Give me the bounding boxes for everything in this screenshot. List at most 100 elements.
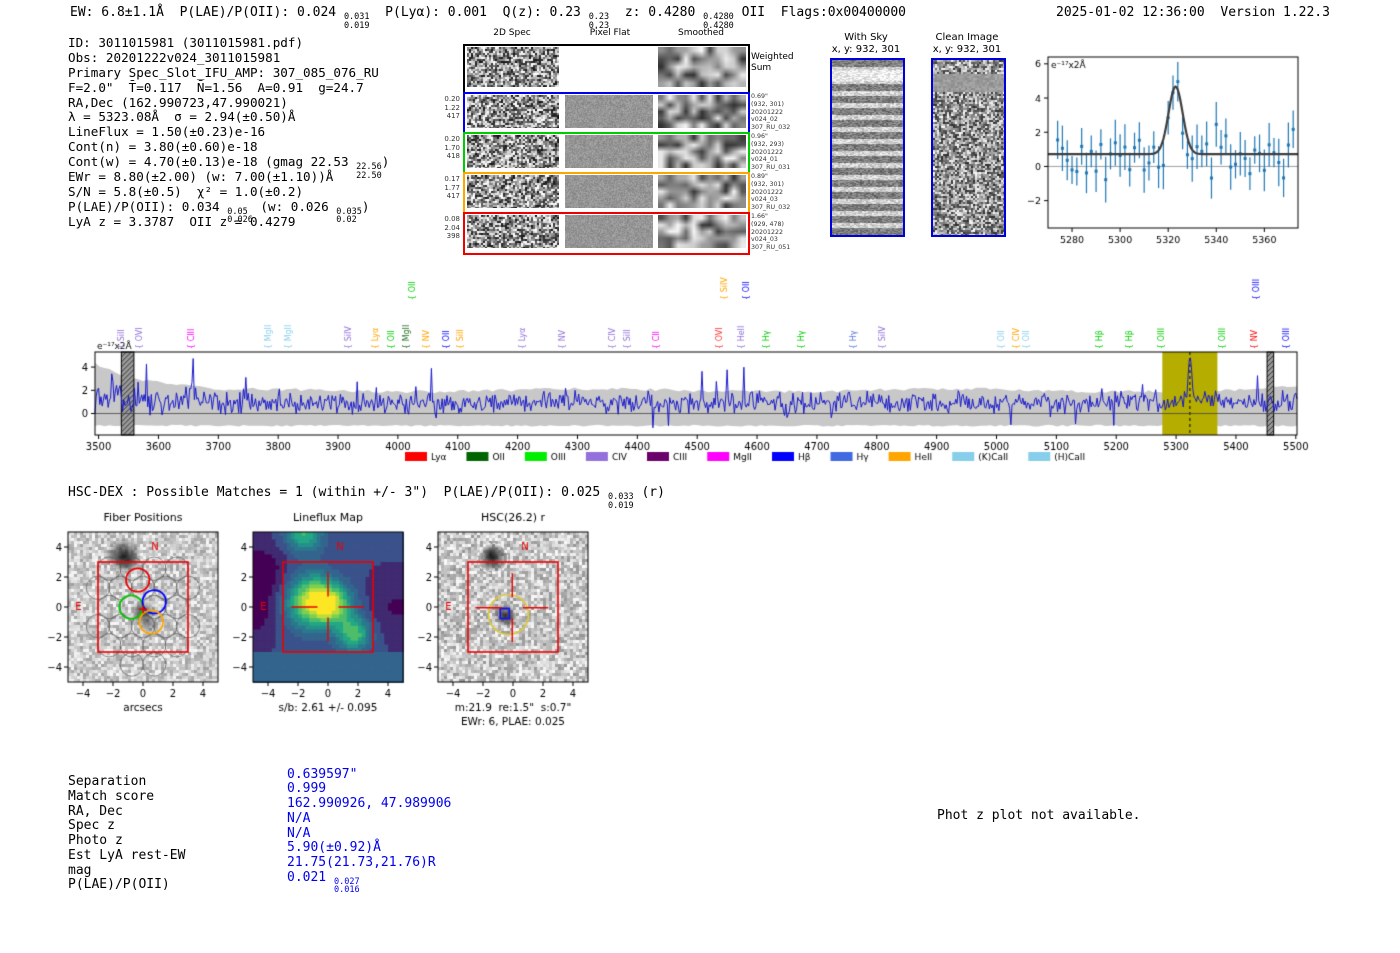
2d-row-source-labels: 0.69" (932, 301) 20201222 v024_02 307_RU_032 xyxy=(751,93,803,132)
match-table-value: 0.021 0.027 0.016 xyxy=(287,869,360,895)
source-label: 0.96" xyxy=(751,133,768,140)
2d-spec-image xyxy=(467,47,559,87)
uncertainty-lo: 0.016 xyxy=(333,885,360,896)
2d-row-source-labels: 1.66" (929, 478) 20201222 v024_03 307_RU_051 xyxy=(751,213,803,252)
text-part: HSC-DEX : Possible Matches = 1 (within +… xyxy=(68,485,609,500)
source-label: 20201222 xyxy=(751,188,784,196)
info-line: ID: 3011015981 (3011015981.pdf) xyxy=(68,35,389,51)
2d-row-scale-labels: 0.20 1.22 417 xyxy=(440,95,460,121)
text-part: P(Lyα): 0.001 Q(z): 0.23 xyxy=(369,5,589,20)
scale-value: 417 xyxy=(446,112,460,120)
2d-row-source-labels: Weighted Sum xyxy=(751,52,794,73)
photz-note: Phot z plot not available. xyxy=(937,808,1141,823)
col-header-2d-spec: 2D Spec xyxy=(493,28,531,38)
source-label: Sum xyxy=(751,62,772,73)
2d-smooth-image xyxy=(658,95,746,128)
2d-smooth-image xyxy=(658,47,746,87)
clean-image-title-line: Clean Image xyxy=(935,32,999,43)
hsc-cutout-plot xyxy=(410,505,605,733)
clean-image-title: Clean Image x, y: 932, 301 xyxy=(902,32,1032,55)
report-version: Version 1.22.3 xyxy=(1220,5,1330,20)
stacked-uncertainty: 0.031 0.019 xyxy=(343,13,370,31)
2d-row-source-labels: 0.96" (932, 293) 20201222 v024_01 307_RU_031 xyxy=(751,133,803,172)
2d-row-scale-labels: 0.20 1.70 418 xyxy=(440,135,460,161)
scale-value: 0.20 xyxy=(444,135,460,143)
lineflux-map-plot xyxy=(225,505,420,720)
source-label: 307_RU_032 xyxy=(751,124,791,132)
2d-spec-row xyxy=(463,44,750,94)
text-part: 0.021 xyxy=(287,869,334,885)
2d-spec-row xyxy=(463,212,750,255)
text-part: OII Flags:0x00400000 xyxy=(733,5,906,20)
fiber-positions-plot xyxy=(30,505,230,720)
2d-smooth-image xyxy=(658,175,746,208)
text-part: RA,Dec (162.990723,47.990021) xyxy=(68,94,288,110)
with-sky-cutout-image xyxy=(830,58,905,237)
text-part: LyA z = 3.3787 OII z = 0.4279 xyxy=(68,213,296,229)
2d-smooth-image xyxy=(658,135,746,168)
source-label: 307_RU_031 xyxy=(751,164,791,172)
2d-spec-image xyxy=(467,95,559,128)
scale-value: 0.17 xyxy=(444,175,460,183)
text-part: ) xyxy=(361,198,370,214)
text-part: EW: 6.8±1.1Å P(LAE)/P(OII): 0.024 xyxy=(70,5,344,20)
text-part: 21.75(21.73,21.76)R xyxy=(287,855,436,870)
line-fit-chart xyxy=(1020,45,1320,245)
source-label: 0.89" xyxy=(751,173,768,180)
scale-value: 1.70 xyxy=(444,143,460,152)
source-label: 20201222 xyxy=(751,108,784,116)
text-part: P(LAE)/P(OII): 0.034 xyxy=(68,198,228,214)
scale-value: 417 xyxy=(446,192,460,200)
report-datetime: 2025-01-02 12:36:00 xyxy=(1056,5,1205,20)
text-part: LineFlux = 1.50(±0.23)e-16 xyxy=(68,124,266,140)
stacked-uncertainty: 0.027 0.016 xyxy=(333,878,360,896)
text-part: z: 0.4280 xyxy=(609,5,704,20)
source-label: 307_RU_032 xyxy=(751,204,791,212)
match-table-value: 162.990926, 47.989906 xyxy=(287,795,451,812)
source-label: 20201222 xyxy=(751,148,784,156)
scale-value: 0.20 xyxy=(444,95,460,103)
stacked-uncertainty: 0.033 0.019 xyxy=(608,493,634,511)
scale-value: 398 xyxy=(446,232,460,240)
scale-value: 418 xyxy=(446,152,460,160)
stacked-uncertainty: 22.56 22.50 xyxy=(356,163,382,181)
source-label: (929, 478) xyxy=(751,220,784,228)
scale-value: 1.22 xyxy=(444,103,460,112)
text-part: (w: 0.026 xyxy=(252,198,337,214)
scale-value: 0.08 xyxy=(444,215,460,223)
text-part: 0.999 xyxy=(287,781,327,797)
text-part: (r) xyxy=(633,485,665,500)
full-spectrum-chart xyxy=(60,262,1345,467)
elixer-report-page: EW: 6.8±1.1Å P(LAE)/P(OII): 0.024 0.031 0… xyxy=(0,0,1400,953)
text-part: 0.639597" xyxy=(287,766,358,782)
text-part: N/A xyxy=(287,810,311,826)
text-part: Primary Spec_Slot_IFU_AMP: 307_085_076_R… xyxy=(68,64,379,80)
text-part: EWr = 8.80(±2.00) (w: 7.00(±1.10))Å xyxy=(68,169,334,185)
info-line: F=2.0" T̄=0.117 N̄=1.56 A=0.91 g=24.7 xyxy=(68,80,389,96)
uncertainty-lo: 0.019 xyxy=(608,500,634,511)
text-part: S/N = 5.8(±0.5) χ² = 1.0(±0.2) xyxy=(68,183,304,199)
text-part: Cont(w) = 4.70(±0.13)e-18 (gmag 22.53 xyxy=(68,154,357,170)
header-timestamp: 2025-01-02 12:36:00 Version 1.22.3 xyxy=(1056,4,1330,21)
col-header-pixel-flat: Pixel Flat xyxy=(589,28,631,38)
2d-flat-image xyxy=(565,215,653,248)
text-part: λ = 5323.08Å σ = 2.94(±0.50)Å xyxy=(68,109,296,125)
uncertainty-lo: 0.02 xyxy=(336,215,357,226)
uncertainty-lo: 22.50 xyxy=(356,170,382,181)
2d-row-scale-labels: 0.08 2.04 398 xyxy=(440,215,460,241)
uncertainty-lo: 0.019 xyxy=(343,20,370,31)
col-header-smoothed: Smoothed xyxy=(678,28,724,38)
2d-flat-image xyxy=(565,95,653,128)
source-label: Weighted xyxy=(751,52,794,62)
2d-smooth-image xyxy=(658,215,746,248)
text-part: 162.990926, 47.989906 xyxy=(287,796,452,811)
info-line: Cont(w) = 4.70(±0.13)e-18 (gmag 22.53 22… xyxy=(68,154,389,179)
info-line: EWr = 8.80(±2.00) (w: 7.00(±1.10))Å xyxy=(68,169,389,185)
source-label: v024_03 xyxy=(751,236,778,244)
source-label: 1.66" xyxy=(751,213,768,220)
2d-row-scale-labels: 0.17 1.77 417 xyxy=(440,175,460,201)
2d-row-source-labels: 0.89" (932, 301) 20201222 v024_03 307_RU_032 xyxy=(751,173,803,212)
2d-flat-image xyxy=(565,135,653,168)
text-part: Cont(n) = 3.80(±0.60)e-18 xyxy=(68,139,258,155)
source-label: (932, 301) xyxy=(751,100,784,108)
